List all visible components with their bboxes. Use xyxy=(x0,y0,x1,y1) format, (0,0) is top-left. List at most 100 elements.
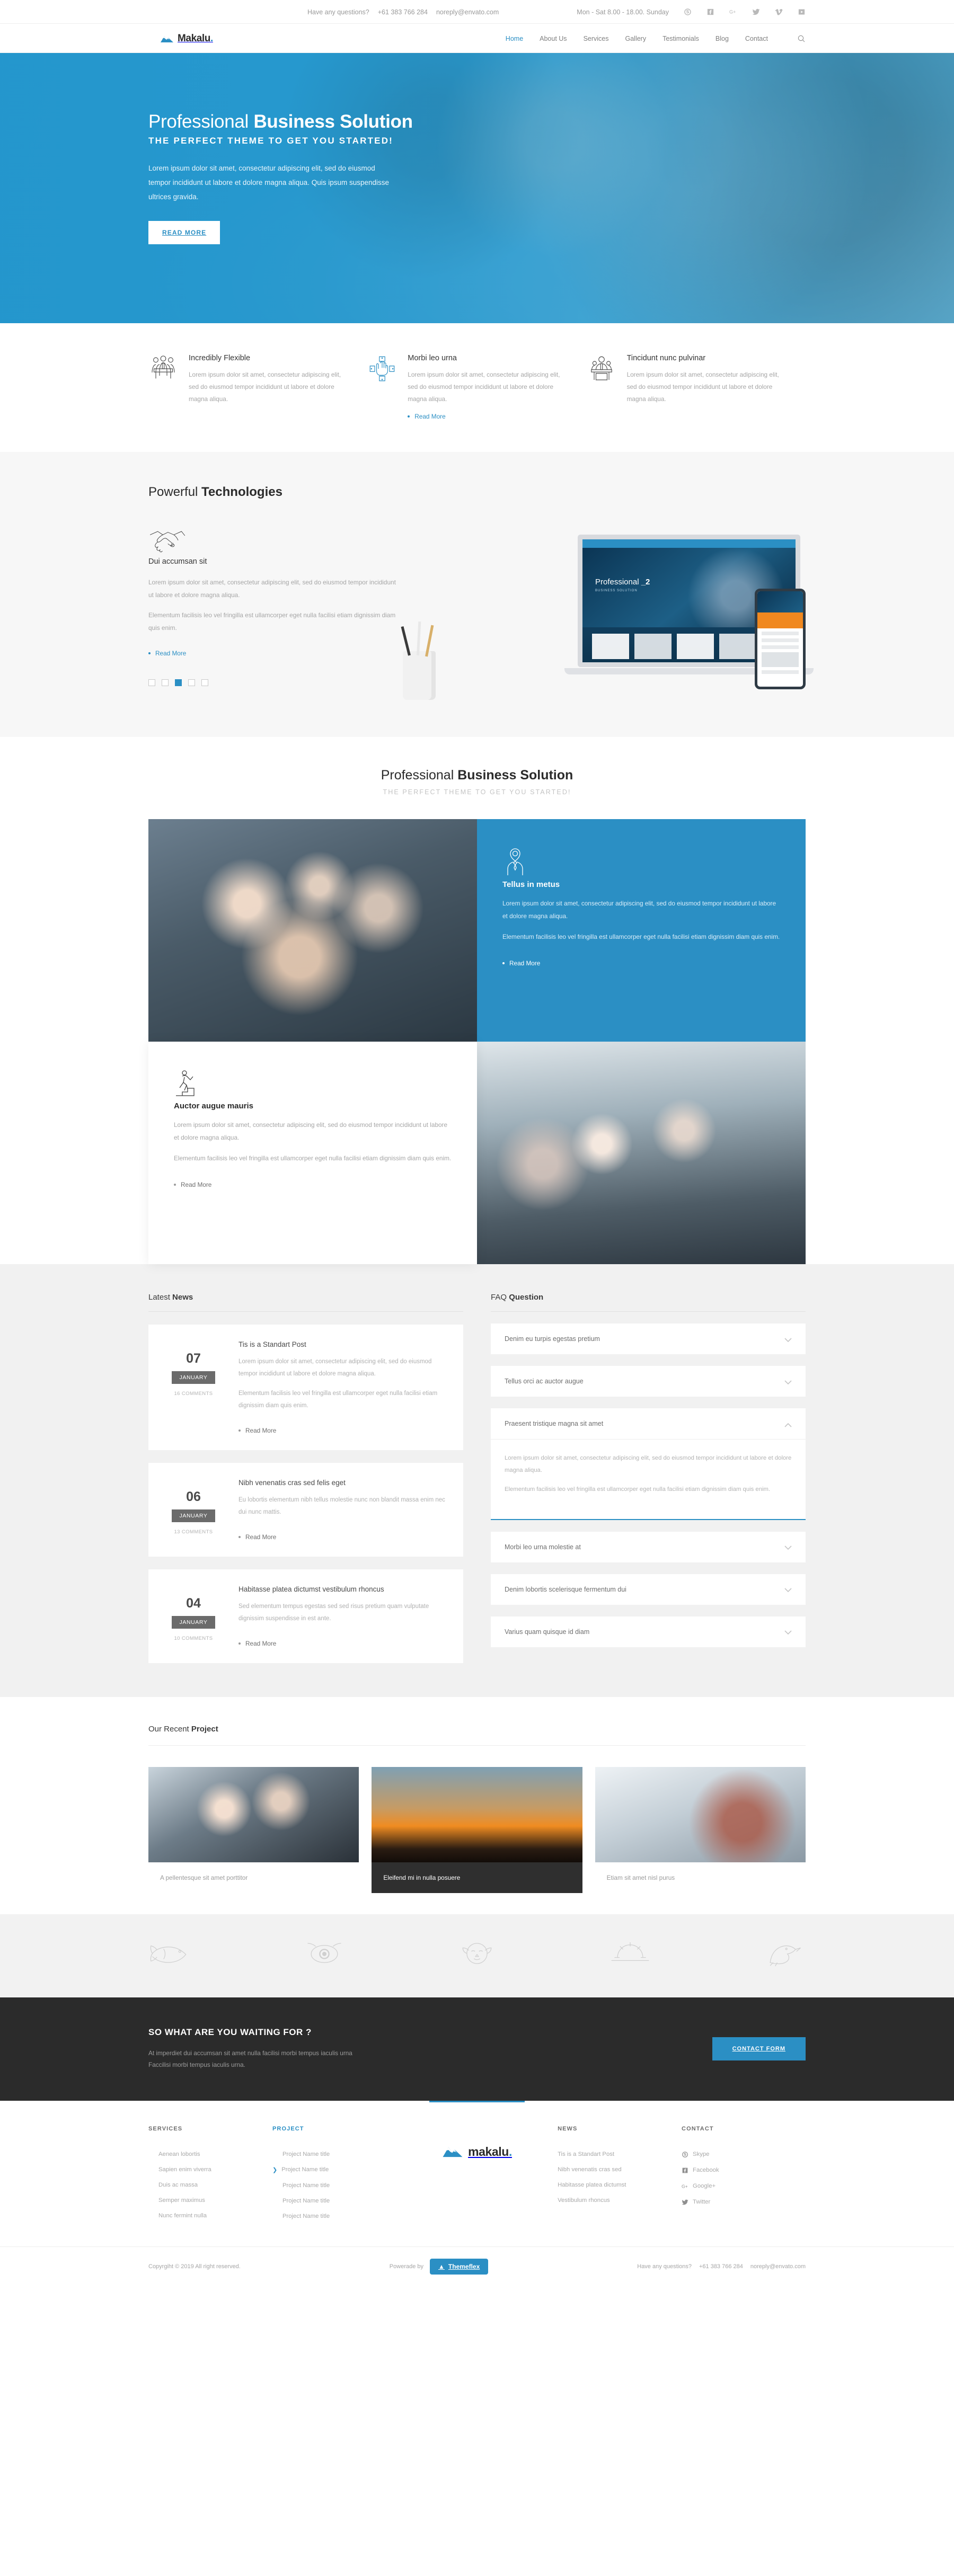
chevron-down-icon[interactable] xyxy=(784,1587,792,1593)
news-post[interactable]: 04 JANUARY 10 COMMENTS Habitasse platea … xyxy=(148,1569,463,1663)
footer-link[interactable]: Tis is a Standart Post xyxy=(558,2151,682,2157)
footer-link[interactable]: Duis ac massa xyxy=(148,2182,272,2188)
faq-item[interactable]: Denim eu turpis egestas pretium xyxy=(491,1323,806,1354)
feature-text: Lorem ipsum dolor sit amet, consectetur … xyxy=(626,371,779,403)
footer-link[interactable]: Nibh venenatis cras sed xyxy=(558,2166,682,2173)
nav-item-gallery[interactable]: Gallery xyxy=(625,35,647,42)
chevron-up-icon[interactable] xyxy=(784,1422,792,1427)
faq-item[interactable]: Morbi leo urna molestie at xyxy=(491,1531,806,1562)
footer-link[interactable]: Semper maximus xyxy=(148,2197,272,2204)
pro-card-read-more-link[interactable]: Read More xyxy=(502,960,540,967)
feature-title: Tincidunt nunc pulvinar xyxy=(626,354,706,362)
footer-social-link[interactable]: G+ Google+ xyxy=(682,2183,806,2190)
feature-read-more-link[interactable]: Read More xyxy=(408,413,445,420)
footer-link[interactable]: Aenean lobortis xyxy=(148,2151,272,2157)
nav-item-home[interactable]: Home xyxy=(506,35,523,42)
post-comments: 13 COMMENTS xyxy=(174,1529,213,1535)
chevron-down-icon[interactable] xyxy=(784,1544,792,1550)
topbar-email[interactable]: noreply@envato.com xyxy=(436,8,499,16)
footer-link[interactable]: Habitasse platea dictumst xyxy=(558,2182,682,2188)
latest-news-title: Latest News xyxy=(148,1293,463,1312)
footer-link[interactable]: Nunc fermint nulla xyxy=(148,2213,272,2219)
post-comments: 16 COMMENTS xyxy=(174,1391,213,1397)
faq-item[interactable]: Denim lobortis scelerisque fermentum dui xyxy=(491,1574,806,1605)
footer-phone[interactable]: +61 383 766 284 xyxy=(699,2263,743,2270)
office-desk-photo xyxy=(148,1767,359,1862)
post-date: 06 JANUARY 13 COMMENTS xyxy=(148,1479,238,1541)
carousel-dot[interactable] xyxy=(201,679,208,687)
client-logos-section xyxy=(0,1914,954,1997)
hero-read-more-button[interactable]: READ MORE xyxy=(148,221,220,245)
post-read-more-link[interactable]: Read More xyxy=(238,1640,276,1647)
footer-news-column: NEWS Tis is a Standart Post Nibh venenat… xyxy=(558,2126,682,2228)
footer-link[interactable]: Project Name title xyxy=(272,2182,396,2189)
carousel-dot[interactable] xyxy=(188,679,195,687)
footer-social-link[interactable]: Facebook xyxy=(682,2167,806,2174)
footer-link[interactable]: Project Name title xyxy=(272,2213,396,2219)
chevron-down-icon[interactable] xyxy=(784,1379,792,1384)
project-card-active[interactable]: Eleifend mi in nulla posuere xyxy=(372,1767,582,1893)
nav-item-about-us[interactable]: About Us xyxy=(540,35,567,42)
contact-form-button[interactable]: CONTACT FORM xyxy=(712,2037,806,2061)
footer-logo[interactable]: makalu. xyxy=(442,2145,512,2159)
chevron-down-icon[interactable] xyxy=(784,1337,792,1342)
themeflex-badge[interactable]: ▲ Themeflex xyxy=(430,2258,489,2275)
search-icon[interactable] xyxy=(797,34,806,43)
post-read-more-link[interactable]: Read More xyxy=(238,1533,276,1541)
feature-text: Lorem ipsum dolor sit amet, consectetur … xyxy=(189,371,341,403)
footer-social-link[interactable]: Twitter xyxy=(682,2199,806,2206)
footer-link[interactable]: Project Name title xyxy=(272,2198,396,2204)
chevron-down-icon[interactable] xyxy=(784,1629,792,1635)
footer-social-link[interactable]: Skype xyxy=(682,2151,806,2158)
faq-question-label: Denim lobortis scelerisque fermentum dui xyxy=(505,1585,626,1593)
project-card[interactable]: A pellentesque sit amet porttitor xyxy=(148,1767,359,1893)
topbar-phone[interactable]: +61 383 766 284 xyxy=(378,8,428,16)
nav-item-services[interactable]: Services xyxy=(584,35,609,42)
facebook-icon[interactable] xyxy=(706,8,714,16)
faq-question[interactable]: Tellus orci ac auctor augue xyxy=(491,1366,806,1397)
faq-question[interactable]: Praesent tristique magna sit amet xyxy=(491,1408,806,1440)
technologies-read-more-link[interactable]: Read More xyxy=(148,650,186,657)
faq-item[interactable]: Varius quam quisque id diam xyxy=(491,1616,806,1647)
nav-item-contact[interactable]: Contact xyxy=(745,35,768,42)
post-title[interactable]: Tis is a Standart Post xyxy=(238,1340,445,1348)
post-comments: 10 COMMENTS xyxy=(174,1636,213,1641)
faq-question[interactable]: Denim eu turpis egestas pretium xyxy=(491,1323,806,1354)
faq-column: FAQ Question Denim eu turpis egestas pre… xyxy=(491,1293,806,1663)
faq-question[interactable]: Varius quam quisque id diam xyxy=(491,1616,806,1647)
footer-link[interactable]: Sapien enim viverra xyxy=(148,2166,272,2173)
carousel-dot-active[interactable] xyxy=(175,679,182,687)
carousel-dot[interactable] xyxy=(148,679,155,687)
faq-item-expanded[interactable]: Praesent tristique magna sit amet Lorem … xyxy=(491,1408,806,1520)
faq-question[interactable]: Morbi leo urna molestie at xyxy=(491,1532,806,1562)
post-title[interactable]: Nibh venenatis cras sed felis eget xyxy=(238,1479,445,1487)
skype-icon[interactable] xyxy=(684,8,692,16)
news-post[interactable]: 06 JANUARY 13 COMMENTS Nibh venenatis cr… xyxy=(148,1463,463,1557)
faq-item[interactable]: Tellus orci ac auctor augue xyxy=(491,1366,806,1397)
topbar-hours: Mon - Sat 8.00 - 18.00. Sunday xyxy=(577,8,669,16)
news-post[interactable]: 07 JANUARY 16 COMMENTS Tis is a Standart… xyxy=(148,1325,463,1450)
twitter-icon[interactable] xyxy=(752,8,760,16)
post-p2: Elementum facilisis leo vel fringilla es… xyxy=(238,1390,438,1409)
nav-item-blog[interactable]: Blog xyxy=(716,35,729,42)
faq-question[interactable]: Denim lobortis scelerisque fermentum dui xyxy=(491,1574,806,1605)
pro-card-read-more-link[interactable]: Read More xyxy=(174,1181,211,1188)
post-title[interactable]: Habitasse platea dictumst vestibulum rho… xyxy=(238,1585,445,1593)
carousel-dot[interactable] xyxy=(162,679,169,687)
vimeo-icon[interactable] xyxy=(775,8,783,16)
nav-item-testimonials[interactable]: Testimonials xyxy=(662,35,699,42)
site-header: Makalu. Home About Us Services Gallery T… xyxy=(0,24,954,53)
site-logo[interactable]: Makalu. xyxy=(160,33,213,45)
footer-email[interactable]: noreply@envato.com xyxy=(750,2263,806,2270)
technologies-paragraph-1: Lorem ipsum dolor sit amet, consectetur … xyxy=(148,579,396,599)
faq-question-label: Tellus orci ac auctor augue xyxy=(505,1378,584,1385)
google-plus-icon[interactable]: G+ xyxy=(729,8,737,16)
post-read-more-link[interactable]: Read More xyxy=(238,1427,276,1434)
faq-question-label: Morbi leo urna molestie at xyxy=(505,1543,581,1551)
footer-link[interactable]: Vestibulum rhoncus xyxy=(558,2197,682,2204)
footer-link-active[interactable]: ❯ Project Name title xyxy=(272,2166,396,2173)
footer-link[interactable]: Project Name title xyxy=(272,2151,396,2157)
project-card[interactable]: Etiam sit amet nisl purus xyxy=(595,1767,806,1893)
youtube-icon[interactable] xyxy=(798,8,806,16)
footer-project-heading: PROJECT xyxy=(272,2125,304,2132)
